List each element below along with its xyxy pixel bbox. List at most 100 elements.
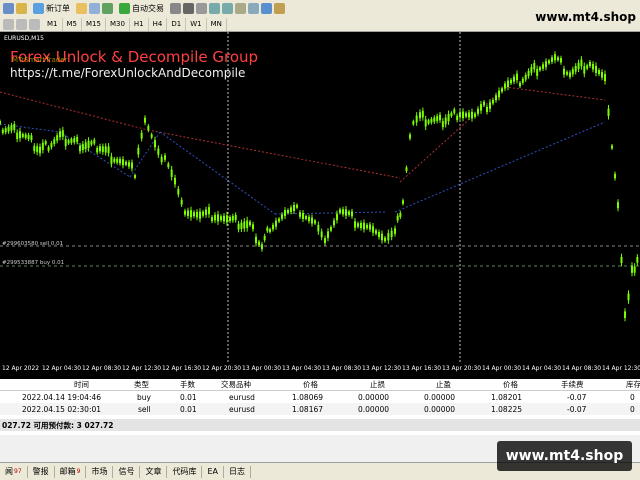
candle-body bbox=[396, 215, 399, 221]
trend-line-blue bbox=[59, 131, 131, 178]
candle-body bbox=[196, 211, 198, 218]
candle-body bbox=[0, 121, 1, 124]
candle-body bbox=[16, 132, 19, 139]
x-tick-label: 13 Apr 20:30 bbox=[442, 365, 481, 372]
timeframe-m15[interactable]: M15 bbox=[82, 17, 106, 31]
table-row[interactable]: 2022.04.14 19:04:46 buy 0.01 eurusd 1.08… bbox=[0, 391, 640, 403]
watermark-badge: www.mt4.shop bbox=[497, 441, 632, 471]
terminal-trade-grid: 时间 类型 手数 交易品种 价格 止损 止盈 价格 手续费 库存 2022.04… bbox=[0, 379, 640, 435]
candle-body bbox=[317, 224, 320, 232]
crosshair-tools[interactable] bbox=[0, 17, 43, 31]
candle-body bbox=[513, 76, 515, 82]
toolbar-icons-mid[interactable] bbox=[73, 1, 116, 15]
candle-body bbox=[563, 68, 565, 75]
new-order-button[interactable]: 新订单 bbox=[30, 1, 73, 15]
candle-body bbox=[421, 110, 424, 118]
tab-8[interactable]: 日志 bbox=[224, 465, 251, 478]
candle-body bbox=[387, 233, 390, 241]
candle-body bbox=[93, 139, 96, 144]
candle-body bbox=[30, 135, 33, 141]
candle-body bbox=[436, 116, 439, 122]
candle-body bbox=[275, 220, 277, 227]
candle-body bbox=[345, 209, 347, 216]
tab-3[interactable]: 市场 bbox=[86, 465, 114, 478]
candle-body bbox=[427, 120, 430, 124]
candle-body bbox=[614, 173, 616, 179]
candle-body bbox=[84, 142, 87, 150]
tab-4[interactable]: 信号 bbox=[113, 465, 141, 478]
col-header-open-price[interactable]: 价格 bbox=[303, 379, 318, 390]
candle-body bbox=[339, 209, 341, 213]
tile-icon bbox=[235, 2, 246, 14]
tab-2[interactable]: 邮箱 9 bbox=[55, 465, 87, 478]
tab-0[interactable]: 闻 97 bbox=[0, 465, 28, 478]
candle-body bbox=[611, 145, 613, 149]
chart-tools[interactable] bbox=[167, 1, 288, 15]
candle-body bbox=[305, 216, 307, 219]
candle-body bbox=[542, 64, 544, 69]
candle-body bbox=[131, 162, 133, 169]
candle-body bbox=[278, 218, 280, 222]
col-header-symbol[interactable]: 交易品种 bbox=[221, 379, 251, 390]
navigator-icon bbox=[89, 2, 100, 14]
candle-body bbox=[223, 215, 225, 222]
col-header-tp[interactable]: 止盈 bbox=[436, 379, 451, 390]
candle-body bbox=[354, 221, 356, 228]
candle-body bbox=[258, 241, 260, 246]
candle-body bbox=[471, 111, 473, 119]
x-tick-label: 12 Apr 2022 bbox=[2, 365, 39, 372]
candle-body bbox=[351, 211, 353, 217]
timeframe-m5[interactable]: M5 bbox=[63, 17, 82, 31]
candle-body bbox=[237, 223, 240, 230]
price-chart[interactable]: 12 Apr 2022 12 Apr 04:30 12 Apr 08:30 12 Ap… bbox=[0, 32, 640, 379]
timeframe-h4[interactable]: H4 bbox=[149, 17, 168, 31]
col-header-commission[interactable]: 手续费 bbox=[561, 379, 584, 390]
candle-body bbox=[281, 214, 283, 219]
candle-body bbox=[357, 223, 359, 227]
cell-lots: 0.01 bbox=[180, 404, 197, 414]
candle-body bbox=[360, 223, 362, 228]
x-tick-label: 14 Apr 08:30 bbox=[562, 365, 601, 372]
col-header-time[interactable]: 时间 bbox=[74, 379, 89, 390]
toolbar-row-main: 新订单 自动交易 bbox=[0, 0, 288, 16]
col-header-sl[interactable]: 止损 bbox=[370, 379, 385, 390]
candle-body bbox=[21, 133, 24, 138]
candle-body bbox=[569, 72, 571, 77]
tab-1[interactable]: 警报 bbox=[28, 465, 55, 478]
candle-body bbox=[10, 125, 13, 131]
candle-body bbox=[342, 209, 344, 215]
table-row[interactable]: 2022.04.15 02:30:01 sell 0.01 eurusd 1.0… bbox=[0, 403, 640, 415]
candle-body bbox=[560, 58, 562, 63]
timeframe-m1[interactable]: M1 bbox=[43, 17, 63, 31]
col-header-lots[interactable]: 手数 bbox=[180, 379, 195, 390]
candle-body bbox=[119, 158, 121, 164]
cell-symbol: eurusd bbox=[229, 392, 255, 402]
crosshair-icon bbox=[16, 18, 27, 30]
candle-body bbox=[144, 117, 146, 123]
autotrade-button[interactable]: 自动交易 bbox=[116, 1, 167, 15]
menu-icon-group[interactable] bbox=[0, 1, 30, 15]
timeframe-w1[interactable]: W1 bbox=[186, 17, 207, 31]
candle-body bbox=[604, 74, 606, 81]
timeframe-m30[interactable]: M30 bbox=[106, 17, 130, 31]
timeframe-mn[interactable]: MN bbox=[207, 17, 227, 31]
tab-7[interactable]: EA bbox=[202, 465, 224, 478]
candle-body bbox=[480, 104, 482, 111]
candle-body bbox=[598, 70, 600, 75]
candle-body bbox=[498, 90, 500, 98]
tab-6[interactable]: 代码库 bbox=[167, 465, 203, 478]
tab-5[interactable]: 文章 bbox=[140, 465, 168, 478]
candle-body bbox=[290, 207, 292, 212]
candle-body bbox=[477, 108, 479, 114]
candle-body bbox=[180, 199, 183, 205]
candle-body bbox=[308, 216, 310, 222]
candle-body bbox=[4, 128, 7, 133]
col-header-swap[interactable]: 库存 bbox=[626, 379, 640, 390]
autoscroll-icon bbox=[248, 2, 259, 14]
timeframe-h1[interactable]: H1 bbox=[130, 17, 149, 31]
col-header-type[interactable]: 类型 bbox=[134, 379, 149, 390]
col-header-price[interactable]: 价格 bbox=[503, 379, 518, 390]
timeframe-d1[interactable]: D1 bbox=[167, 17, 187, 31]
toolbar: 新订单 自动交易 M1 M5 M15 M30 H1 H4 D1 W1 MN ww… bbox=[0, 0, 640, 32]
candle-body bbox=[293, 205, 295, 211]
